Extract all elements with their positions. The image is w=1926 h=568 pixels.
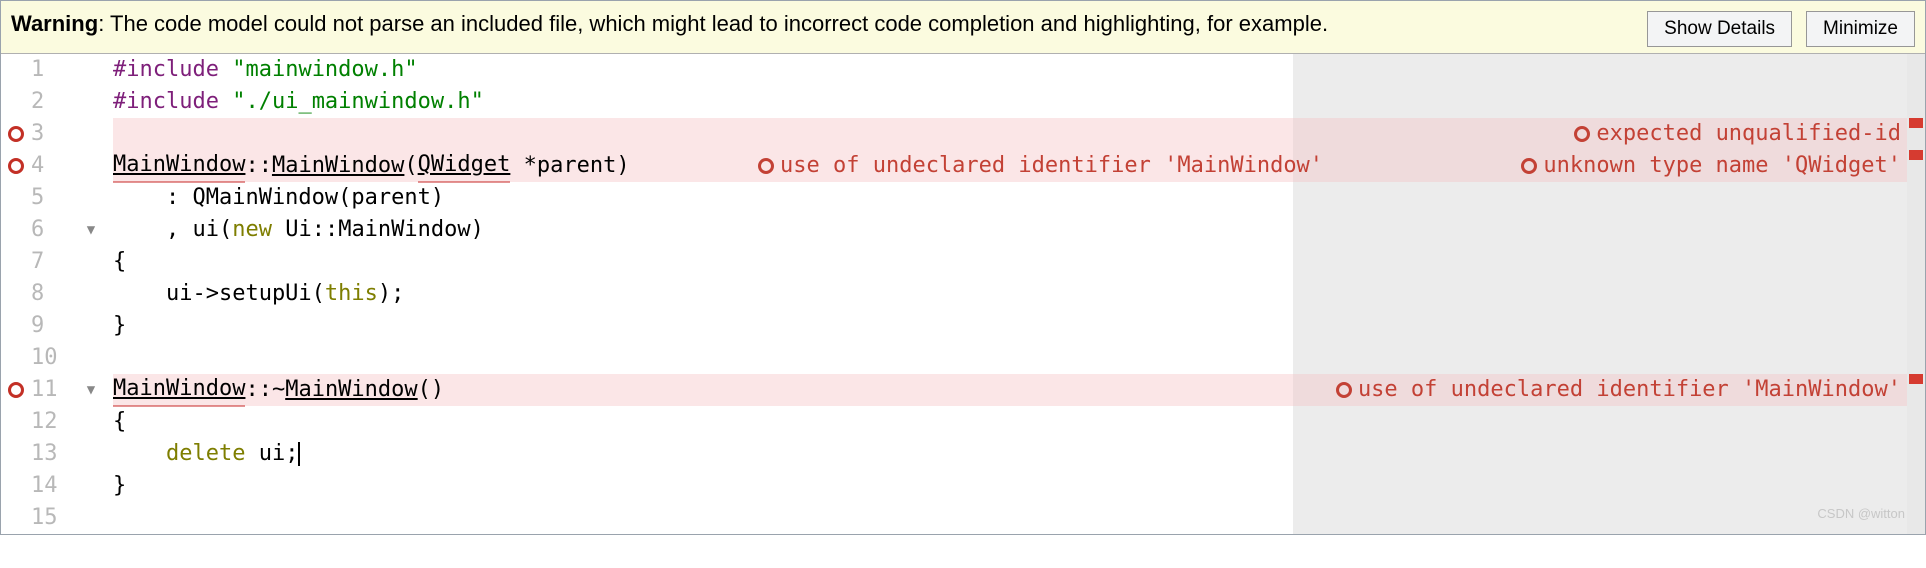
- scrollbar-error-mark[interactable]: [1909, 374, 1923, 384]
- warning-message: : The code model could not parse an incl…: [98, 11, 1328, 36]
- scrollbar[interactable]: [1907, 54, 1925, 534]
- error-ring-icon: [1574, 126, 1590, 142]
- text-cursor: [298, 442, 300, 466]
- gutter-fold: ▼ ▼: [77, 54, 105, 534]
- show-details-button[interactable]: Show Details: [1647, 11, 1792, 47]
- error-marker-icon[interactable]: [8, 126, 24, 142]
- code-area[interactable]: #include "mainwindow.h" #include "./ui_m…: [105, 54, 1925, 534]
- minimize-button[interactable]: Minimize: [1806, 11, 1915, 47]
- error-ring-icon: [758, 158, 774, 174]
- error-ring-icon: [1521, 158, 1537, 174]
- code-line[interactable]: [113, 502, 1925, 534]
- line-number: 2: [31, 86, 77, 118]
- gutter-line-numbers: 1 2 3 4 5 6 7 8 9 10 11 12 13 14 15: [31, 54, 77, 534]
- code-line[interactable]: {: [113, 406, 1925, 438]
- line-number: 9: [31, 310, 77, 342]
- watermark: CSDN @witton: [1817, 498, 1905, 530]
- error-marker-icon[interactable]: [8, 158, 24, 174]
- scrollbar-error-mark[interactable]: [1909, 118, 1923, 128]
- code-line[interactable]: }: [113, 310, 1925, 342]
- code-line[interactable]: #include "./ui_mainwindow.h": [113, 86, 1925, 118]
- error-ring-icon: [1336, 382, 1352, 398]
- code-line[interactable]: MainWindow::~MainWindow() use of undecla…: [113, 374, 1925, 406]
- scrollbar-error-mark[interactable]: [1909, 150, 1923, 160]
- inline-error[interactable]: expected unqualified-id: [1574, 118, 1901, 150]
- warning-buttons: Show Details Minimize: [1647, 7, 1915, 47]
- inline-error[interactable]: use of undeclared identifier 'MainWindow…: [758, 150, 1323, 182]
- inline-error[interactable]: use of undeclared identifier 'MainWindow…: [1336, 374, 1901, 406]
- code-editor[interactable]: 1 2 3 4 5 6 7 8 9 10 11 12 13 14 15 ▼: [1, 54, 1925, 534]
- code-line[interactable]: ui->setupUi(this);: [113, 278, 1925, 310]
- fold-toggle-icon[interactable]: ▼: [77, 374, 105, 406]
- code-line[interactable]: : QMainWindow(parent): [113, 182, 1925, 214]
- code-line[interactable]: }: [113, 470, 1925, 502]
- code-line[interactable]: delete ui;: [113, 438, 1925, 470]
- code-line[interactable]: #include "mainwindow.h": [113, 54, 1925, 86]
- line-number: 5: [31, 182, 77, 214]
- line-number: 11: [31, 374, 77, 406]
- line-number: 15: [31, 502, 77, 534]
- code-line[interactable]: expected unqualified-id: [113, 118, 1925, 150]
- error-marker-icon[interactable]: [8, 382, 24, 398]
- line-number: 13: [31, 438, 77, 470]
- line-number: 4: [31, 150, 77, 182]
- warning-text: Warning: The code model could not parse …: [11, 7, 1647, 39]
- line-number: 12: [31, 406, 77, 438]
- gutter-markers: [1, 54, 31, 534]
- code-line[interactable]: MainWindow::MainWindow(QWidget *parent) …: [113, 150, 1925, 182]
- line-number: 1: [31, 54, 77, 86]
- code-line[interactable]: {: [113, 246, 1925, 278]
- code-line[interactable]: [113, 342, 1925, 374]
- editor-window: Warning: The code model could not parse …: [0, 0, 1926, 535]
- line-number: 10: [31, 342, 77, 374]
- warning-label: Warning: [11, 11, 98, 36]
- warning-bar: Warning: The code model could not parse …: [1, 1, 1925, 54]
- line-number: 6: [31, 214, 77, 246]
- line-number: 14: [31, 470, 77, 502]
- line-number: 8: [31, 278, 77, 310]
- line-number: 7: [31, 246, 77, 278]
- fold-toggle-icon[interactable]: ▼: [77, 214, 105, 246]
- line-number: 3: [31, 118, 77, 150]
- code-line[interactable]: , ui(new Ui::MainWindow): [113, 214, 1925, 246]
- inline-error[interactable]: unknown type name 'QWidget': [1521, 150, 1901, 182]
